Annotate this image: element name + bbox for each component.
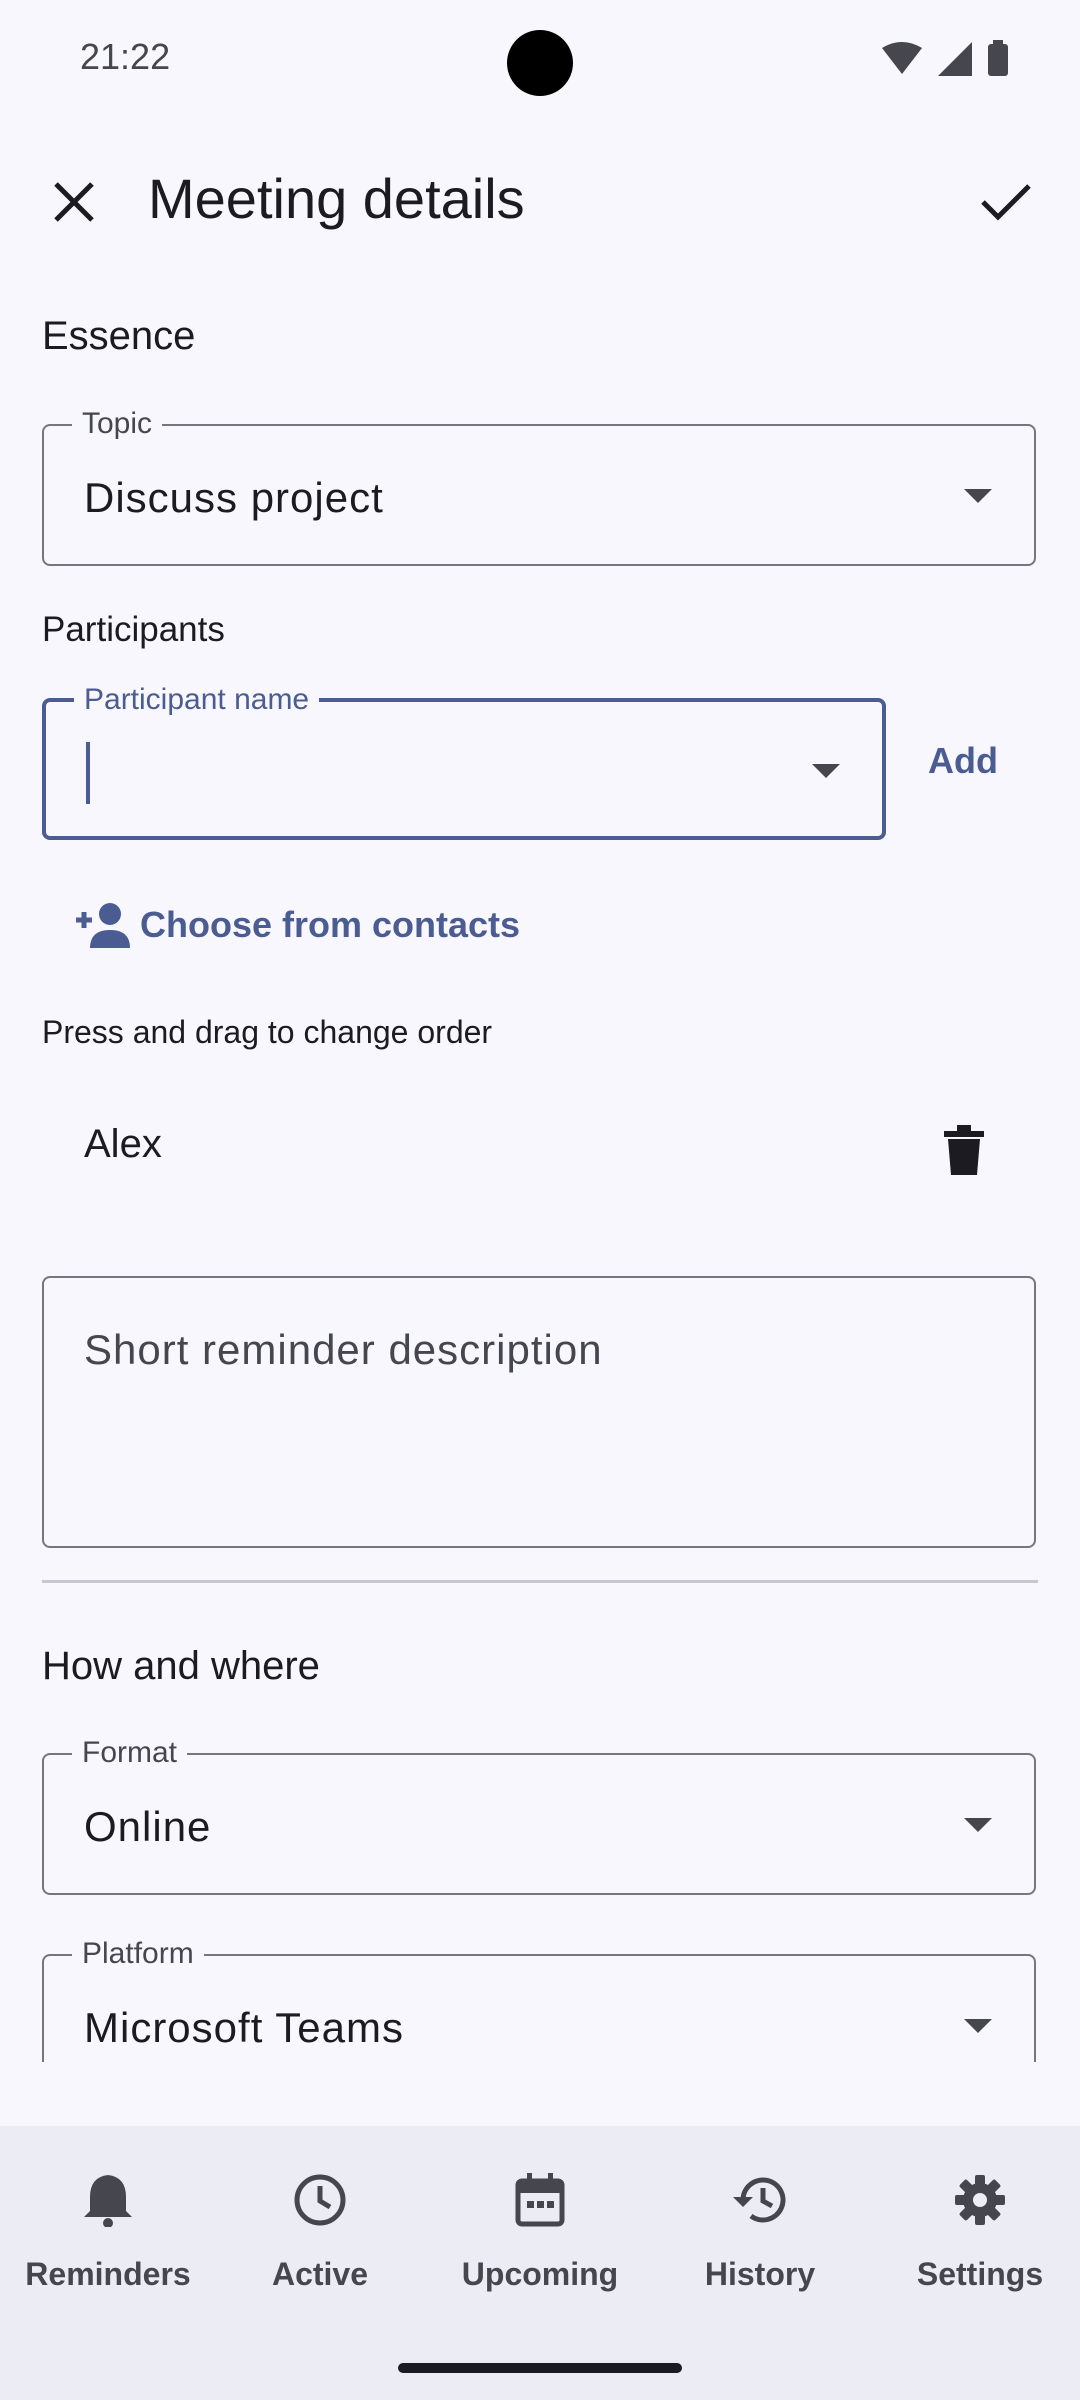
dropdown-arrow-icon: [964, 489, 992, 503]
nav-history-label: History: [704, 2256, 816, 2292]
choose-from-contacts-button[interactable]: Choose from contacts: [74, 900, 520, 950]
format-label: Format: [72, 1733, 188, 1773]
format-dropdown[interactable]: Format Online: [42, 1733, 1036, 1895]
nav-reminders[interactable]: Reminders: [0, 2126, 216, 2326]
bottom-navigation: Reminders Active Upcoming History Settin…: [0, 2126, 1080, 2400]
platform-dropdown[interactable]: Platform Microsoft Teams: [42, 1934, 1036, 2062]
essence-title: Essence: [42, 314, 196, 358]
nav-active-label: Active: [271, 2256, 369, 2292]
topic-value: Discuss project: [84, 474, 384, 521]
description-placeholder: Short reminder description: [84, 1326, 603, 1373]
person-add-icon: [76, 903, 130, 948]
page-title: Meeting details: [148, 167, 525, 230]
check-icon: [981, 184, 1031, 221]
reorder-hint: Press and drag to change order: [42, 1014, 493, 1050]
dropdown-arrow-icon: [812, 764, 840, 778]
nav-upcoming[interactable]: Upcoming: [432, 2126, 648, 2326]
bell-icon: [84, 2175, 132, 2227]
divider: [42, 1580, 1038, 1583]
nav-settings[interactable]: Settings: [872, 2126, 1080, 2326]
close-button[interactable]: [32, 160, 116, 244]
participant-name-label: Participant name: [74, 680, 320, 720]
close-icon: [54, 182, 94, 222]
participant-name: Alex: [84, 1122, 162, 1166]
nav-upcoming-label: Upcoming: [461, 2256, 619, 2292]
nav-reminders-label: Reminders: [25, 2256, 191, 2292]
delete-participant-button[interactable]: [922, 1108, 1006, 1192]
dropdown-arrow-icon: [964, 2019, 992, 2033]
status-time: 21:22: [80, 36, 171, 77]
gear-icon: [955, 2175, 1005, 2225]
status-icons: [882, 40, 1008, 76]
text-cursor: [86, 742, 90, 804]
participant-list-item[interactable]: Alex: [42, 1100, 1038, 1200]
choose-from-contacts-label: Choose from contacts: [140, 904, 521, 945]
topic-dropdown[interactable]: Topic Discuss project: [42, 404, 1036, 566]
platform-label: Platform: [72, 1934, 204, 1974]
history-icon: [733, 2177, 786, 2223]
format-value: Online: [84, 1803, 212, 1850]
description-input[interactable]: Short reminder description: [42, 1276, 1036, 1548]
camera-cutout: [507, 30, 573, 96]
calendar-icon: [515, 2173, 565, 2227]
nav-history[interactable]: History: [652, 2126, 868, 2326]
clock-icon: [294, 2174, 346, 2226]
dropdown-arrow-icon: [964, 1818, 992, 1832]
home-indicator[interactable]: [398, 2363, 682, 2373]
confirm-button[interactable]: [964, 160, 1048, 244]
platform-value: Microsoft Teams: [84, 2004, 404, 2051]
trash-icon: [944, 1125, 984, 1175]
battery-icon: [988, 44, 1008, 76]
how-where-title: How and where: [42, 1644, 320, 1688]
nav-active[interactable]: Active: [212, 2126, 428, 2326]
topic-label: Topic: [72, 404, 163, 444]
participants-title: Participants: [42, 610, 225, 649]
participant-name-input[interactable]: Participant name: [42, 680, 886, 840]
wifi-icon: [882, 42, 922, 74]
nav-settings-label: Settings: [916, 2256, 1044, 2292]
platform-clip: Platform Microsoft Teams: [0, 1930, 1080, 2062]
signal-icon: [938, 42, 972, 76]
add-participant-button[interactable]: Add: [928, 740, 998, 782]
